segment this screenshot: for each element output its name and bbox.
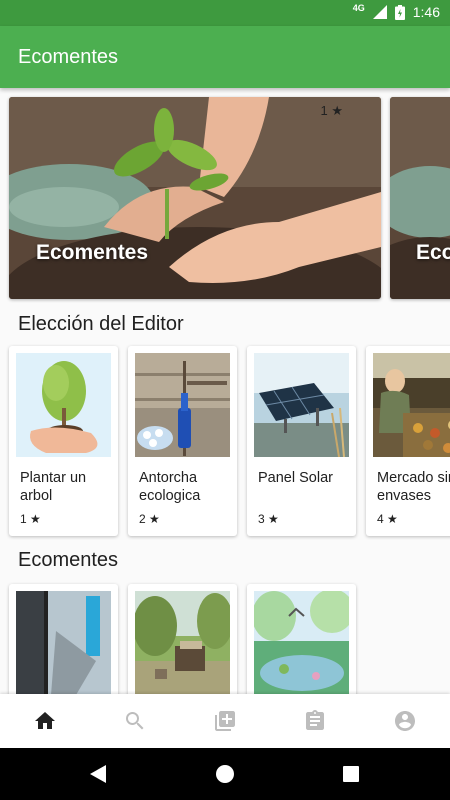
- card-rating: 1 ★: [20, 512, 41, 526]
- back-icon[interactable]: [89, 764, 107, 784]
- card-thumbnail: [254, 591, 349, 694]
- nav-home[interactable]: [0, 694, 90, 748]
- home-icon: [35, 712, 55, 729]
- account-icon: [395, 711, 415, 731]
- featured-card[interactable]: 1 ★ Ecomentes: [9, 97, 381, 299]
- network-type: 4G: [352, 3, 365, 13]
- nav-search[interactable]: [90, 694, 180, 748]
- featured-title: Ecomentes: [36, 241, 149, 264]
- nav-account[interactable]: [360, 694, 450, 748]
- recents-icon[interactable]: [343, 766, 359, 782]
- app-title: Ecomentes: [18, 46, 119, 68]
- section-title: Ecomentes: [18, 549, 119, 571]
- clipboard-icon: [306, 710, 324, 730]
- system-navigation-bar: [0, 748, 450, 800]
- section-title: Elección del Editor: [18, 313, 184, 335]
- card-thumbnail: [254, 353, 349, 457]
- battery-icon: [394, 4, 405, 20]
- card-rating: 2 ★: [139, 512, 160, 526]
- nav-add[interactable]: [180, 694, 270, 748]
- status-bar: 4G 1:46: [0, 0, 450, 26]
- card-rating: 4 ★: [377, 512, 398, 526]
- card-rating: 3 ★: [258, 512, 279, 526]
- featured-rating: 1 ★: [320, 103, 344, 118]
- seedling-hands-image: [9, 97, 381, 299]
- window-bottle-image: [16, 591, 111, 694]
- app-card[interactable]: [247, 584, 356, 694]
- card-thumbnail: [135, 353, 230, 457]
- card-thumbnail: [16, 353, 111, 457]
- app-bar: Ecomentes: [0, 26, 450, 88]
- app-card[interactable]: Mercado sin envases 4 ★: [366, 346, 450, 536]
- solar-panel-image: [254, 353, 349, 457]
- featured-card[interactable]: Ecomentes: [390, 97, 450, 299]
- bottle-torch-image: [135, 353, 230, 457]
- pond-illustration-image: [254, 591, 349, 694]
- card-thumbnail: [373, 353, 450, 457]
- seedling-hands-image: [390, 97, 450, 299]
- app-card[interactable]: [128, 584, 237, 694]
- app-card[interactable]: Antorcha ecologica 2 ★: [128, 346, 237, 536]
- tree-in-hand-image: [16, 353, 111, 457]
- app-card[interactable]: Panel Solar 3 ★: [247, 346, 356, 536]
- bulk-market-image: [373, 353, 450, 457]
- card-title: Panel Solar: [258, 470, 333, 486]
- home-circle-icon[interactable]: [215, 764, 235, 784]
- nav-assignments[interactable]: [270, 694, 360, 748]
- bottom-navigation: [0, 694, 450, 748]
- card-title: Mercado sin envases: [377, 470, 450, 504]
- signal-icon: [372, 5, 387, 19]
- card-title: Plantar un arbol: [20, 470, 87, 504]
- card-title: Antorcha ecologica: [139, 470, 201, 504]
- app-card[interactable]: [9, 584, 118, 694]
- search-icon: [126, 712, 144, 730]
- card-thumbnail: [135, 591, 230, 694]
- app-card[interactable]: Plantar un arbol 1 ★: [9, 346, 118, 536]
- add-library-icon: [215, 711, 235, 731]
- featured-title: Ecomentes: [416, 241, 450, 264]
- clock: 1:46: [412, 4, 440, 20]
- card-thumbnail: [16, 591, 111, 694]
- clay-solar-oven-image: [135, 591, 230, 694]
- main-content[interactable]: 1 ★ Ecomentes Ecomentes Elección del Edi…: [0, 88, 450, 694]
